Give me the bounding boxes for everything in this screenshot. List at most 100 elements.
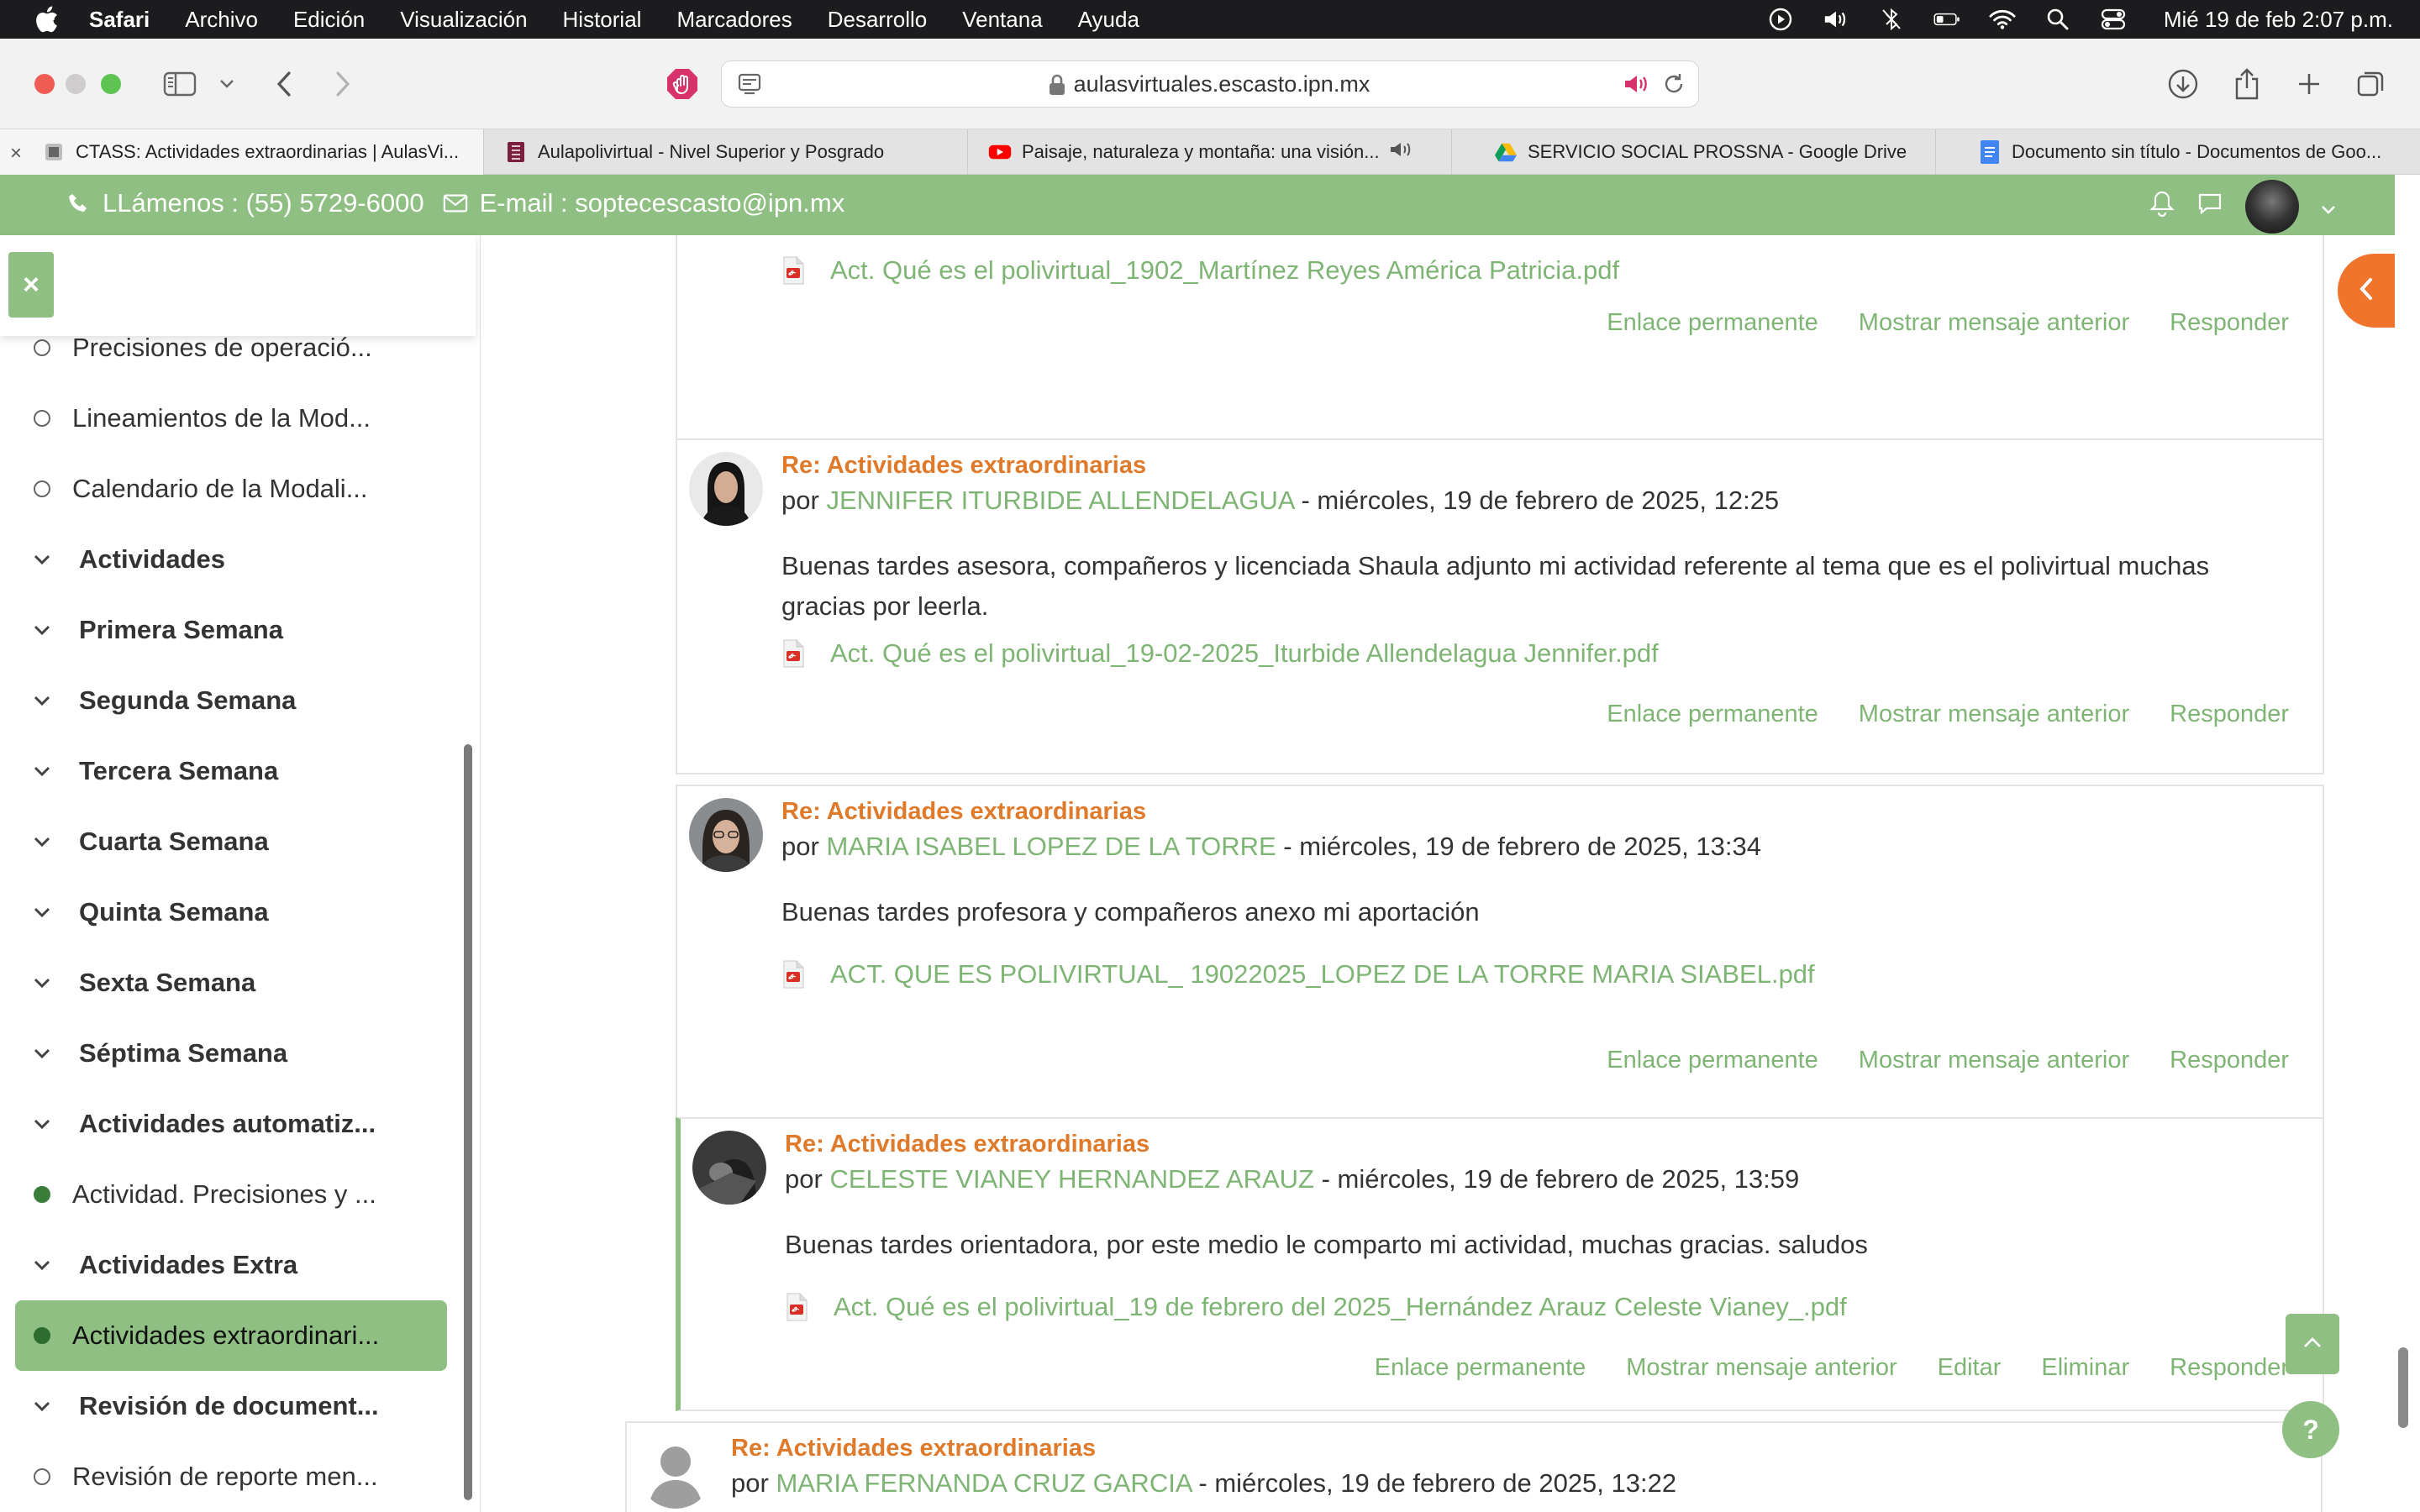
menu-marcadores[interactable]: Marcadores	[676, 7, 792, 33]
action-mostrar-mensaje-anterior-link[interactable]: Mostrar mensaje anterior	[1859, 309, 2129, 337]
menu-ayuda[interactable]: Ayuda	[1078, 7, 1139, 33]
window-close-button[interactable]	[34, 74, 55, 94]
menu-desarrollo[interactable]: Desarrollo	[828, 7, 928, 33]
chevron-down-icon[interactable]	[34, 977, 52, 989]
action-mostrar-mensaje-anterior-link[interactable]: Mostrar mensaje anterior	[1859, 701, 2129, 728]
course-section[interactable]: Revisión de document...	[0, 1371, 471, 1441]
action-enlace-permanente-link[interactable]: Enlace permanente	[1607, 1047, 1818, 1074]
action-enlace-permanente-link[interactable]: Enlace permanente	[1607, 701, 1818, 728]
menu-archivo[interactable]: Archivo	[185, 7, 258, 33]
reload-icon[interactable]	[1661, 71, 1686, 102]
attachment-link[interactable]: Act. Qué es el polivirtual_19-02-2025_It…	[781, 638, 1659, 669]
tab-group-chevron-icon[interactable]	[210, 66, 244, 102]
course-section[interactable]: Tercera Semana	[0, 736, 471, 806]
chevron-down-icon[interactable]	[34, 624, 52, 636]
action-mostrar-mensaje-anterior-link[interactable]: Mostrar mensaje anterior	[1626, 1354, 1897, 1382]
back-to-top-button[interactable]	[2286, 1314, 2339, 1374]
tab-aulapolivirtual[interactable]: Aulapolivirtual - Nivel Superior y Posgr…	[484, 129, 968, 175]
spotlight-search-icon[interactable]	[2044, 8, 2071, 31]
forward-arrow-icon[interactable]	[324, 66, 361, 102]
course-section[interactable]: Actividades automatiz...	[0, 1089, 471, 1159]
author-avatar[interactable]	[689, 452, 763, 526]
author-link[interactable]: MARIA FERNANDA CRUZ GARCIA	[776, 1468, 1191, 1498]
control-center-icon[interactable]	[2100, 8, 2127, 31]
menu-app-safari[interactable]: Safari	[89, 7, 150, 33]
action-eliminar-link[interactable]: Eliminar	[2041, 1354, 2129, 1382]
action-responder-link[interactable]: Responder	[2170, 309, 2289, 337]
menu-historial[interactable]: Historial	[563, 7, 642, 33]
menubar-clock[interactable]: Mié 19 de feb 2:07 p.m.	[2164, 7, 2393, 33]
course-activity[interactable]: Revisión de reporte men...	[0, 1441, 471, 1512]
course-section[interactable]: Cuarta Semana	[0, 806, 471, 877]
course-section[interactable]: Primera Semana	[0, 595, 471, 665]
messages-bubble-icon[interactable]	[2196, 191, 2223, 223]
course-section[interactable]: Actividades	[0, 524, 471, 595]
course-section[interactable]: Séptima Semana	[0, 1018, 471, 1089]
now-playing-icon[interactable]	[1767, 8, 1794, 31]
address-bar[interactable]: aulasvirtuales.escasto.ipn.mx	[721, 60, 1699, 108]
menu-ventana[interactable]: Ventana	[962, 7, 1042, 33]
menu-visualizacion[interactable]: Visualización	[400, 7, 527, 33]
notifications-bell-icon[interactable]	[2149, 190, 2175, 223]
action-mostrar-mensaje-anterior-link[interactable]: Mostrar mensaje anterior	[1859, 1047, 2129, 1074]
attachment-link[interactable]: ACT. QUE ES POLIVIRTUAL_ 19022025_LOPEZ …	[781, 959, 1815, 990]
drawer-scrollbar[interactable]	[464, 744, 472, 1500]
chevron-down-icon[interactable]	[34, 1259, 52, 1271]
author-link[interactable]: JENNIFER ITURBIDE ALLENDELAGUA	[826, 486, 1293, 515]
tab-google-docs[interactable]: Documento sin título - Documentos de Goo…	[1936, 129, 2420, 175]
apple-menu-icon[interactable]	[34, 5, 59, 34]
header-phone[interactable]: LLámenos : (55) 5729-6000	[103, 188, 424, 218]
author-avatar[interactable]	[639, 1435, 713, 1509]
window-minimize-button[interactable]	[66, 74, 86, 94]
window-zoom-button[interactable]	[101, 74, 121, 94]
chevron-down-icon[interactable]	[34, 554, 52, 565]
sidebar-toggle-icon[interactable]	[161, 66, 198, 102]
back-arrow-icon[interactable]	[266, 66, 302, 102]
new-tab-plus-icon[interactable]	[2291, 66, 2328, 102]
tab-ctass-actividades[interactable]: × CTASS: Actividades extraordinarias | A…	[0, 129, 484, 175]
bluetooth-off-icon[interactable]	[1878, 8, 1905, 31]
tab-google-drive[interactable]: SERVICIO SOCIAL PROSSNA - Google Drive	[1452, 129, 1936, 175]
action-responder-link[interactable]: Responder	[2170, 1354, 2289, 1382]
course-section[interactable]: Sexta Semana	[0, 948, 471, 1018]
page-scrollbar[interactable]	[2398, 1347, 2408, 1428]
action-enlace-permanente-link[interactable]: Enlace permanente	[1607, 309, 1818, 337]
action-editar-link[interactable]: Editar	[1938, 1354, 2002, 1382]
chevron-down-icon[interactable]	[34, 906, 52, 918]
course-activity-selected[interactable]: Actividades extraordinari...	[15, 1300, 447, 1371]
author-avatar[interactable]	[692, 1131, 766, 1205]
chevron-down-icon[interactable]	[34, 1400, 52, 1412]
chevron-down-icon[interactable]	[34, 1047, 52, 1059]
volume-icon[interactable]	[1823, 8, 1849, 31]
author-avatar[interactable]	[689, 798, 763, 872]
course-section[interactable]: Actividades Extra	[0, 1230, 471, 1300]
attachment-filename[interactable]: Act. Qué es el polivirtual_1902_Martínez…	[830, 255, 1619, 286]
course-activity[interactable]: Calendario de la Modali...	[0, 454, 471, 524]
chevron-down-icon[interactable]	[34, 1118, 52, 1130]
author-link[interactable]: MARIA ISABEL LOPEZ DE LA TORRE	[826, 832, 1276, 861]
attachment-link[interactable]: Act. Qué es el polivirtual_1902_Martínez…	[781, 255, 1619, 286]
wifi-icon[interactable]	[1989, 8, 2016, 31]
tab-close-icon[interactable]: ×	[10, 142, 22, 165]
url-text[interactable]: aulasvirtuales.escasto.ipn.mx	[1074, 71, 1370, 97]
close-drawer-button[interactable]: ×	[8, 252, 54, 318]
user-menu-chevron-icon[interactable]	[2321, 192, 2336, 222]
attachment-link[interactable]: Act. Qué es el polivirtual_19 de febrero…	[785, 1292, 1847, 1322]
action-responder-link[interactable]: Responder	[2170, 701, 2289, 728]
action-enlace-permanente-link[interactable]: Enlace permanente	[1375, 1354, 1586, 1382]
tab-overview-icon[interactable]	[2353, 66, 2390, 102]
chevron-down-icon[interactable]	[34, 765, 52, 777]
menu-edicion[interactable]: Edición	[293, 7, 365, 33]
author-link[interactable]: CELESTE VIANEY HERNANDEZ ARAUZ	[829, 1164, 1314, 1194]
attachment-filename[interactable]: Act. Qué es el polivirtual_19-02-2025_It…	[830, 638, 1659, 669]
page-menu-icon[interactable]	[737, 71, 762, 102]
user-avatar[interactable]	[2245, 180, 2299, 234]
attachment-filename[interactable]: ACT. QUE ES POLIVIRTUAL_ 19022025_LOPEZ …	[830, 959, 1815, 990]
tab-speaker-icon[interactable]	[1388, 139, 1413, 165]
course-section[interactable]: Quinta Semana	[0, 877, 471, 948]
downloads-icon[interactable]	[2165, 66, 2202, 102]
battery-icon[interactable]	[1933, 8, 1960, 31]
course-section[interactable]: Segunda Semana	[0, 665, 471, 736]
help-button[interactable]: ?	[2282, 1401, 2339, 1458]
chevron-down-icon[interactable]	[34, 695, 52, 706]
